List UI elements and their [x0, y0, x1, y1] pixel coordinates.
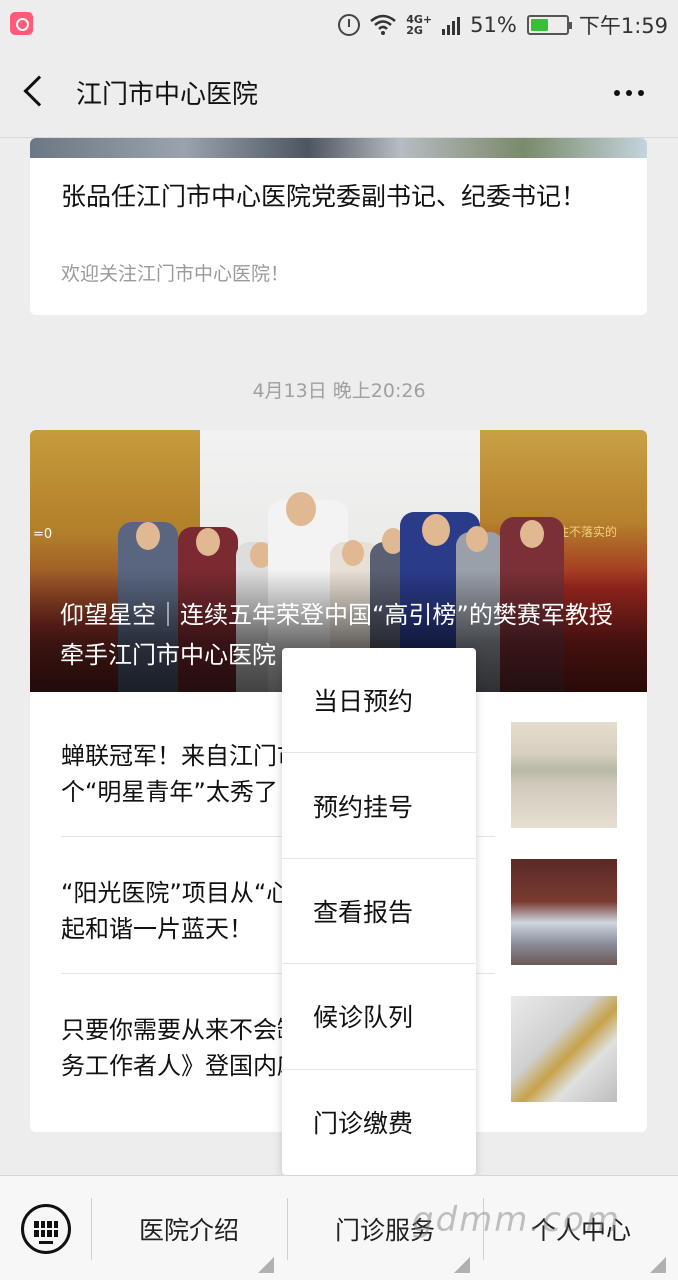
alarm-icon [338, 14, 361, 36]
nav-bar: 江门市中心医院 [0, 50, 678, 138]
tab-label: 医院介绍 [138, 1215, 239, 1245]
status-bar: 4G+ 2G 51% 下午1:59 [0, 0, 678, 50]
submenu-indicator-icon [258, 1257, 274, 1273]
message-timestamp: 4月13日 晚上20:26 [252, 380, 426, 402]
keyboard-icon[interactable] [21, 1204, 71, 1254]
page-title: 江门市中心医院 [76, 80, 259, 110]
back-icon[interactable] [23, 75, 55, 107]
list-item-thumbnail [511, 722, 617, 828]
menu-item-waiting-queue[interactable]: 候诊队列 [282, 964, 476, 1070]
article-title: 张品任江门市中心医院党委副书记、纪委书记！ [61, 182, 587, 211]
battery-fill [530, 19, 549, 31]
article-subtitle: 欢迎关注江门市中心医院！ [61, 263, 290, 285]
hero-left-text: =0 [33, 527, 53, 542]
signal-icon [442, 15, 461, 35]
app-badge-icon [10, 12, 33, 35]
article-cover-image [30, 138, 647, 158]
clock: 下午1:59 [578, 14, 668, 38]
more-icon[interactable] [614, 90, 644, 96]
menu-item-book-registration[interactable]: 预约挂号 [282, 753, 476, 859]
battery-icon [526, 15, 572, 35]
outpatient-service-menu: 当日预约 预约挂号 查看报告 候诊队列 门诊缴费 [282, 648, 476, 1175]
article-card-1[interactable]: 张品任江门市中心医院党委副书记、纪委书记！ 欢迎关注江门市中心医院！ [30, 138, 647, 315]
menu-item-view-report[interactable]: 查看报告 [282, 859, 476, 965]
network-label-bottom: 2G [406, 24, 423, 37]
status-icons: 4G+ 2G 51% 下午1:59 [338, 8, 668, 42]
submenu-indicator-icon [454, 1257, 470, 1273]
tab-hospital-intro[interactable]: 医院介绍 [92, 1176, 286, 1280]
wifi-icon [370, 14, 397, 35]
menu-item-outpatient-payment[interactable]: 门诊缴费 [282, 1070, 476, 1175]
submenu-indicator-icon [650, 1257, 666, 1273]
menu-item-same-day-appointment[interactable]: 当日预约 [282, 648, 476, 754]
list-item-thumbnail [511, 996, 617, 1102]
network-type: 4G+ 2G [406, 14, 432, 36]
list-item-thumbnail [511, 859, 617, 965]
battery-percent: 51% [470, 13, 517, 37]
watermark: gdmm.com [412, 1200, 621, 1240]
